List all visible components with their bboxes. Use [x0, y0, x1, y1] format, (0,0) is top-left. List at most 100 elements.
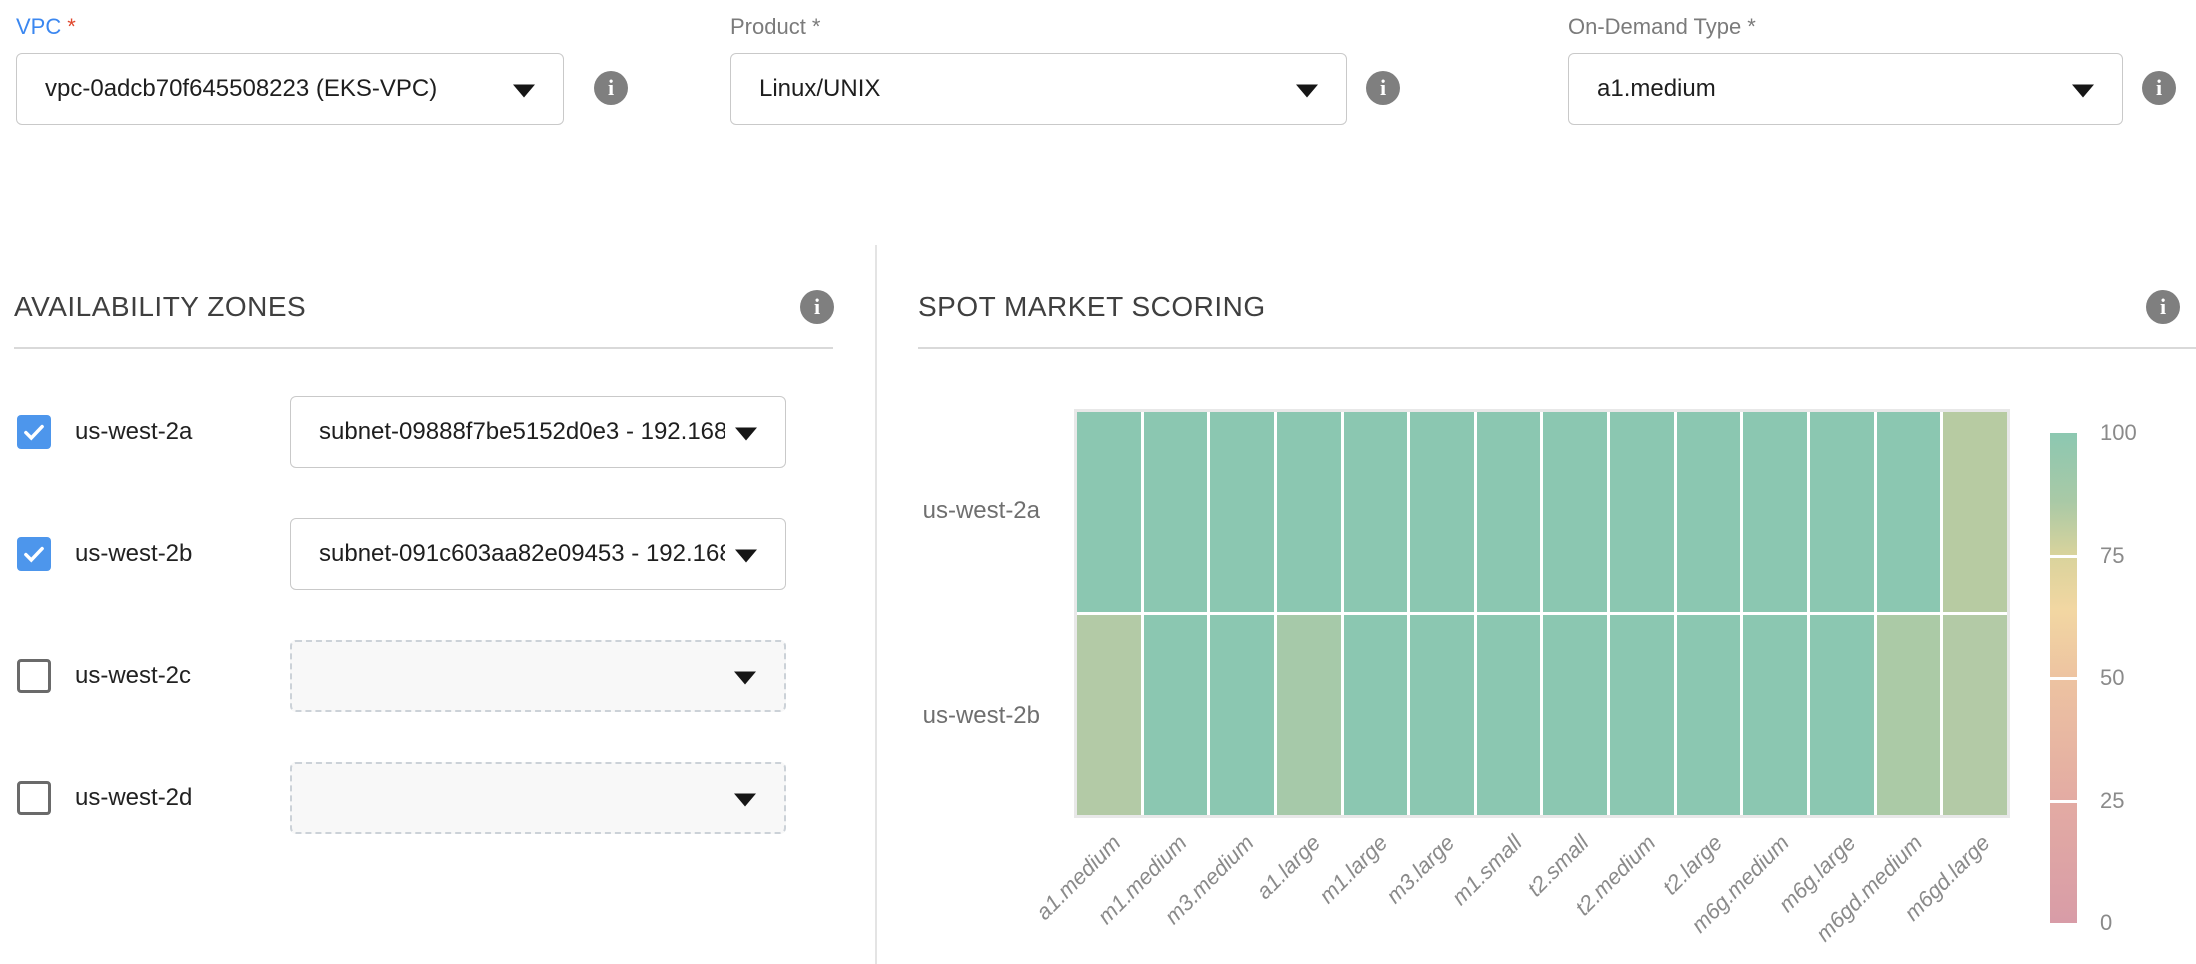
spot-market-scoring-info-icon[interactable]: i	[2146, 290, 2180, 324]
checkbox-us-west-2d[interactable]	[17, 781, 51, 815]
az-zone-label: us-west-2c	[75, 662, 290, 690]
spot-market-scoring-header: SPOT MARKET SCORING i	[918, 290, 2180, 324]
product-required-mark: *	[812, 14, 821, 39]
vpc-select[interactable]: vpc-0adcb70f645508223 (EKS-VPC)	[16, 53, 564, 125]
heatmap-plot	[1074, 409, 2010, 818]
product-label: Product*	[730, 14, 1347, 40]
heatmap-colorbar	[2050, 433, 2077, 923]
chevron-down-icon	[734, 671, 756, 684]
product-select[interactable]: Linux/UNIX	[730, 53, 1347, 125]
heatmap-row-label: us-west-2b	[918, 614, 1040, 818]
subnet-select-value: subnet-091c603aa82e09453 - 192.168…	[319, 540, 725, 568]
colorbar-tick-label: 75	[2100, 543, 2124, 569]
colorbar-tick-line	[2050, 800, 2077, 803]
product-label-text: Product	[730, 14, 806, 39]
colorbar-tick-label: 50	[2100, 665, 2124, 691]
chevron-down-icon	[734, 793, 756, 806]
colorbar-tick-line	[2050, 677, 2077, 680]
heatmap-x-axis-labels: a1.mediumm1.mediumm3.mediuma1.largem1.la…	[1074, 820, 2010, 964]
heatmap-x-label: a1.large	[1252, 830, 1327, 905]
checkbox-us-west-2c[interactable]	[17, 659, 51, 693]
heatmap-cell[interactable]	[1477, 615, 1541, 815]
on-demand-type-select-value: a1.medium	[1597, 75, 1716, 103]
az-row-us-west-2d: us-west-2d	[17, 761, 786, 834]
vpc-select-value: vpc-0adcb70f645508223 (EKS-VPC)	[45, 75, 437, 103]
heatmap-cell[interactable]	[1677, 412, 1741, 612]
on-demand-type-select[interactable]: a1.medium	[1568, 53, 2123, 125]
heatmap-cell[interactable]	[1077, 412, 1141, 612]
heatmap-cell[interactable]	[1410, 412, 1474, 612]
subnet-select-us-west-2c[interactable]	[290, 640, 786, 712]
vpc-label: VPC*	[16, 14, 564, 40]
vpc-info-icon[interactable]: i	[594, 71, 628, 105]
az-zone-label: us-west-2d	[75, 784, 290, 812]
az-row-us-west-2a: us-west-2a subnet-09888f7be5152d0e3 - 19…	[17, 395, 786, 468]
heatmap-cell[interactable]	[1610, 615, 1674, 815]
heatmap-cell[interactable]	[1943, 412, 2007, 612]
heatmap-row-label: us-west-2a	[918, 409, 1040, 613]
heatmap-cell[interactable]	[1677, 615, 1741, 815]
chevron-down-icon	[2072, 84, 2094, 97]
heatmap-cell[interactable]	[1210, 412, 1274, 612]
subnet-select-us-west-2d[interactable]	[290, 762, 786, 834]
colorbar-tick-label: 25	[2100, 788, 2124, 814]
availability-zones-info-icon[interactable]: i	[800, 290, 834, 324]
heatmap-grid	[1077, 412, 2007, 815]
availability-zones-header: AVAILABILITY ZONES i	[14, 290, 834, 324]
section-vertical-divider	[875, 245, 877, 964]
availability-zones-title: AVAILABILITY ZONES	[14, 291, 306, 323]
heatmap-cell[interactable]	[1277, 615, 1341, 815]
heatmap-cell[interactable]	[1077, 615, 1141, 815]
spot-market-scoring-title: SPOT MARKET SCORING	[918, 291, 1266, 323]
on-demand-type-field: On-Demand Type* a1.medium	[1568, 14, 2123, 125]
az-zone-label: us-west-2a	[75, 418, 290, 446]
availability-zones-divider	[14, 347, 833, 349]
heatmap-cell[interactable]	[1943, 615, 2007, 815]
heatmap-cell[interactable]	[1877, 412, 1941, 612]
az-zone-label: us-west-2b	[75, 540, 290, 568]
chevron-down-icon	[513, 84, 535, 97]
colorbar-tick-label: 0	[2100, 910, 2112, 936]
spot-market-scoring-divider	[918, 347, 2196, 349]
colorbar-tick-label: 100	[2100, 420, 2137, 446]
checkbox-us-west-2a[interactable]	[17, 415, 51, 449]
chevron-down-icon	[735, 427, 757, 440]
heatmap-cell[interactable]	[1344, 412, 1408, 612]
vpc-required-mark: *	[67, 14, 76, 39]
heatmap-cell[interactable]	[1277, 412, 1341, 612]
heatmap-cell[interactable]	[1810, 412, 1874, 612]
checkbox-us-west-2b[interactable]	[17, 537, 51, 571]
on-demand-type-required-mark: *	[1747, 14, 1756, 39]
heatmap-cell[interactable]	[1810, 615, 1874, 815]
heatmap-cell[interactable]	[1610, 412, 1674, 612]
vpc-field: VPC* vpc-0adcb70f645508223 (EKS-VPC)	[16, 14, 564, 125]
on-demand-type-info-icon[interactable]: i	[2142, 71, 2176, 105]
subnet-select-us-west-2b[interactable]: subnet-091c603aa82e09453 - 192.168…	[290, 518, 786, 590]
heatmap-cell[interactable]	[1344, 615, 1408, 815]
colorbar-tick-line	[2050, 555, 2077, 558]
subnet-select-us-west-2a[interactable]: subnet-09888f7be5152d0e3 - 192.168…	[290, 396, 786, 468]
az-row-us-west-2b: us-west-2b subnet-091c603aa82e09453 - 19…	[17, 517, 786, 590]
checkmark-icon	[21, 419, 47, 445]
heatmap-cell[interactable]	[1743, 615, 1807, 815]
heatmap-cell[interactable]	[1144, 615, 1208, 815]
heatmap-cell[interactable]	[1144, 412, 1208, 612]
product-info-icon[interactable]: i	[1366, 71, 1400, 105]
az-row-us-west-2c: us-west-2c	[17, 639, 786, 712]
product-select-value: Linux/UNIX	[759, 75, 880, 103]
subnet-select-value: subnet-09888f7be5152d0e3 - 192.168…	[319, 418, 725, 446]
heatmap-cell[interactable]	[1543, 412, 1607, 612]
heatmap-cell[interactable]	[1543, 615, 1607, 815]
chevron-down-icon	[1296, 84, 1318, 97]
heatmap-cell[interactable]	[1877, 615, 1941, 815]
heatmap-x-label: m1.small	[1446, 830, 1527, 911]
product-field: Product* Linux/UNIX	[730, 14, 1347, 125]
heatmap-x-label: m3.large	[1381, 830, 1460, 909]
heatmap-cell[interactable]	[1410, 615, 1474, 815]
heatmap-x-label: m1.large	[1314, 830, 1393, 909]
heatmap-cell[interactable]	[1210, 615, 1274, 815]
heatmap-cell[interactable]	[1477, 412, 1541, 612]
heatmap-cell[interactable]	[1743, 412, 1807, 612]
on-demand-type-label-text: On-Demand Type	[1568, 14, 1741, 39]
chevron-down-icon	[735, 549, 757, 562]
